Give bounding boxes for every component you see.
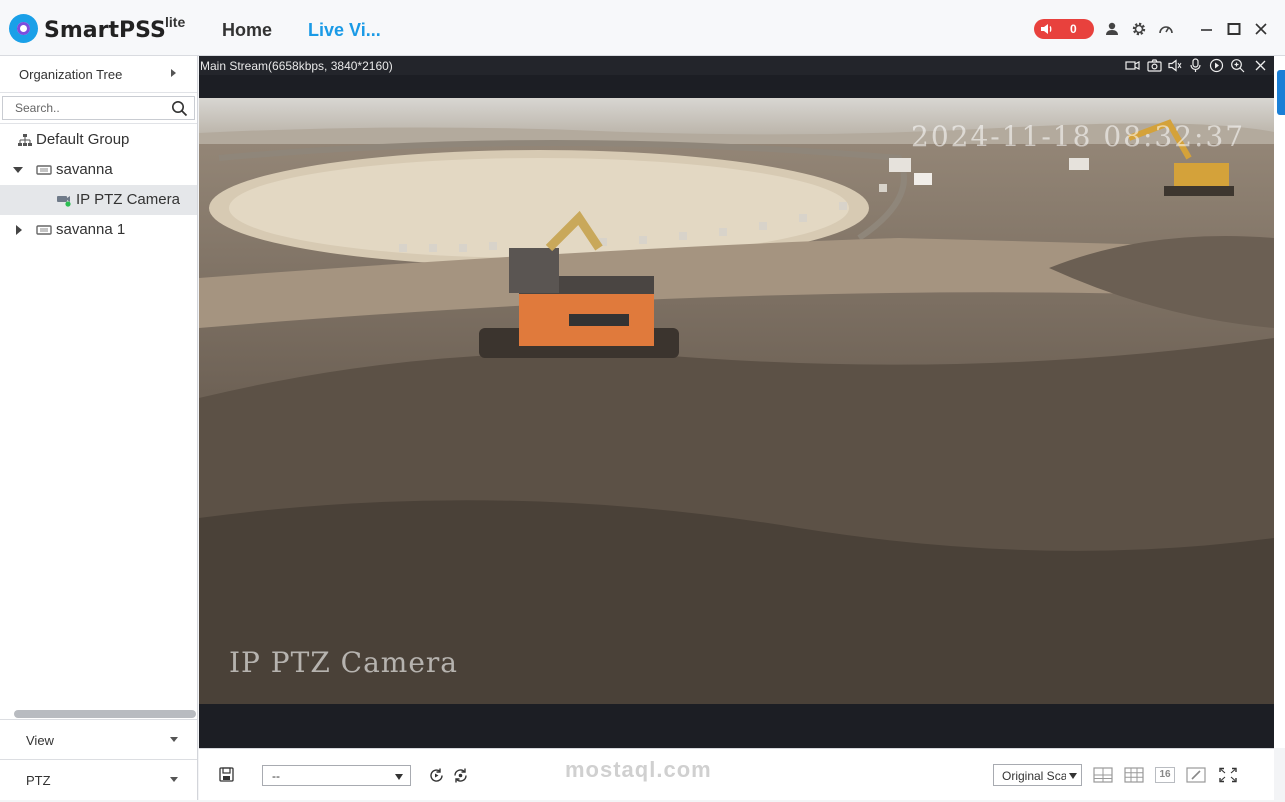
side-accent-tab[interactable] <box>1277 70 1285 115</box>
horizontal-scrollbar[interactable] <box>14 710 196 718</box>
refresh-icon[interactable] <box>452 767 469 784</box>
audio-icon[interactable] <box>1167 58 1182 73</box>
tree-item-label: savanna <box>56 161 113 178</box>
right-edge-strip <box>1274 56 1285 748</box>
microphone-icon[interactable] <box>1188 58 1203 73</box>
bottom-toolbar: -- Original Scale 16 <box>199 748 1274 800</box>
playback-icon[interactable] <box>1209 58 1224 73</box>
chevron-down-icon <box>395 774 403 780</box>
tree-item-label: IP PTZ Camera <box>76 191 180 208</box>
layout-16-button[interactable]: 16 <box>1155 767 1175 783</box>
video-frame-image <box>199 98 1274 704</box>
app-brand-suffix: lite <box>165 14 186 30</box>
org-tree-icon <box>18 134 32 146</box>
nvr-device-icon <box>36 165 52 175</box>
camera-online-icon <box>57 196 71 207</box>
tree-item-label: savanna 1 <box>56 221 126 238</box>
view-select-value: -- <box>272 769 280 783</box>
tab-live-view[interactable]: Live Vi... <box>308 20 381 41</box>
close-video-icon[interactable] <box>1253 58 1268 73</box>
title-bar: SmartPSS lite Home Live Vi... 0 <box>0 0 1285 56</box>
organization-tree-label: Organization Tree <box>19 67 123 82</box>
tour-icon[interactable] <box>428 767 445 784</box>
view-select[interactable]: -- <box>262 765 411 786</box>
layout-3x3-icon[interactable] <box>1124 767 1144 783</box>
alarm-badge[interactable]: 0 <box>1034 19 1094 39</box>
caret-right-icon[interactable] <box>16 225 22 235</box>
panel-view-label: View <box>26 733 54 748</box>
fullscreen-icon[interactable] <box>1218 767 1238 783</box>
chevron-down-icon <box>170 737 178 742</box>
gauge-icon[interactable] <box>1157 20 1175 38</box>
chevron-down-icon <box>170 777 178 782</box>
alarm-count: 0 <box>1070 22 1077 36</box>
organization-tree-header[interactable]: Organization Tree <box>0 56 197 93</box>
gear-icon[interactable] <box>1130 20 1148 38</box>
panel-view[interactable]: View <box>0 719 197 759</box>
nvr-device-icon <box>36 225 52 235</box>
tree-item-ip-ptz-camera[interactable]: IP PTZ Camera <box>0 185 197 215</box>
tree-item-label: Default Group <box>36 131 130 148</box>
chevron-down-icon <box>1069 773 1077 779</box>
custom-layout-icon[interactable] <box>1186 767 1206 783</box>
app-brand: SmartPSS <box>44 18 166 43</box>
tree-item-savanna[interactable]: savanna <box>0 155 197 185</box>
camera-video-feed[interactable]: 2024-11-18 08:32:37 IP PTZ Camera <box>199 98 1274 704</box>
panel-ptz-label: PTZ <box>26 773 51 788</box>
chevron-right-icon <box>171 69 176 77</box>
video-window[interactable]: Main Stream(6658kbps, 3840*2160) 2024-11… <box>199 56 1274 748</box>
osd-timestamp: 2024-11-18 08:32:37 <box>911 120 1246 153</box>
search-input[interactable] <box>15 101 165 115</box>
save-view-icon[interactable] <box>219 767 234 782</box>
minimize-icon[interactable] <box>1198 20 1216 38</box>
scale-select[interactable]: Original Scale <box>993 764 1082 786</box>
snapshot-icon[interactable] <box>1147 58 1162 73</box>
app-logo <box>9 14 38 43</box>
search-box <box>2 96 195 120</box>
caret-down-icon[interactable] <box>13 167 23 173</box>
divider <box>0 123 197 124</box>
user-icon[interactable] <box>1103 20 1121 38</box>
tree-item-default-group[interactable]: Default Group <box>0 125 197 155</box>
record-icon[interactable] <box>1125 58 1140 73</box>
panel-ptz[interactable]: PTZ <box>0 759 197 799</box>
tree-item-savanna-1[interactable]: savanna 1 <box>0 215 197 245</box>
zoom-in-icon[interactable] <box>1230 58 1245 73</box>
search-icon[interactable] <box>171 100 188 117</box>
stream-info-text: Main Stream(6658kbps, 3840*2160) <box>200 59 393 73</box>
stream-info-bar: Main Stream(6658kbps, 3840*2160) <box>199 56 1274 75</box>
layout-2x2-icon[interactable] <box>1093 767 1113 783</box>
maximize-icon[interactable] <box>1225 20 1243 38</box>
sidebar: Organization Tree Default Group savanna <box>0 56 198 800</box>
watermark: mostaql.com <box>565 757 712 782</box>
speaker-icon <box>1041 24 1052 34</box>
scale-select-value: Original Scale <box>1002 769 1066 783</box>
osd-camera-name: IP PTZ Camera <box>229 646 458 679</box>
tab-home[interactable]: Home <box>222 20 272 41</box>
close-icon[interactable] <box>1252 20 1270 38</box>
